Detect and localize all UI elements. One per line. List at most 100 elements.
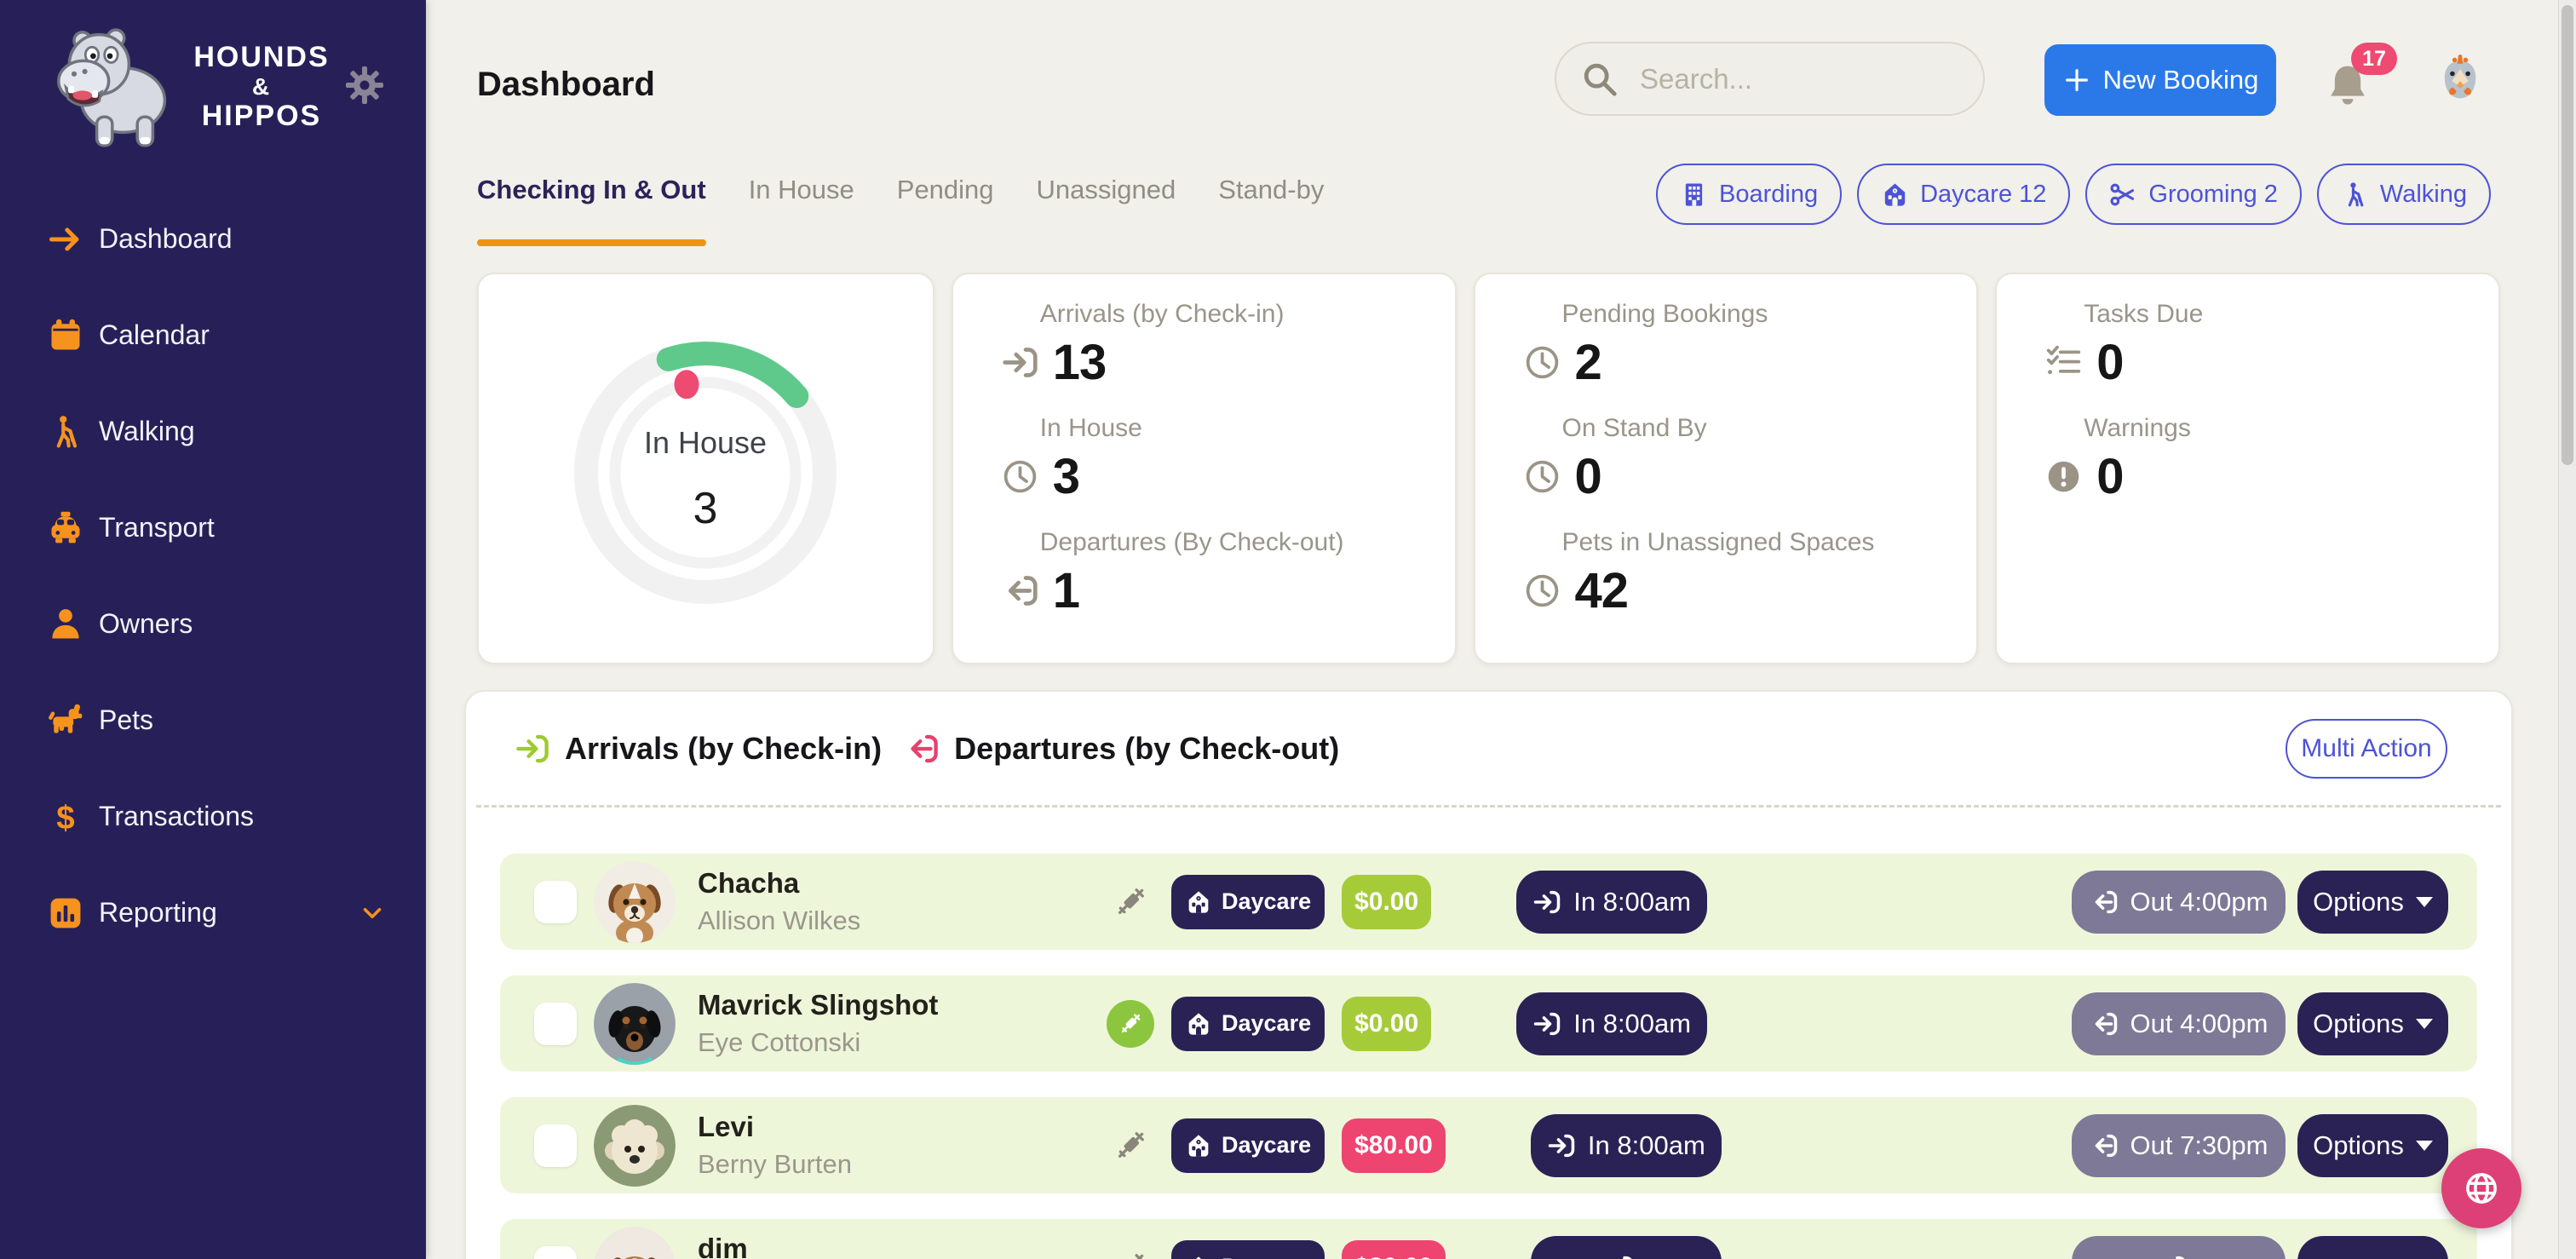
chevron-down-icon[interactable] (358, 899, 387, 928)
pet-avatar (594, 1227, 676, 1259)
search-input[interactable] (1638, 62, 1975, 96)
calendar-icon (41, 316, 90, 355)
search-box[interactable] (1555, 42, 1985, 116)
sidebar-item-label: Walking (99, 416, 195, 447)
stat-pets-in-unassigned-spaces: Pets in Unassigned Spaces 42 (1523, 528, 1977, 620)
row-checkbox[interactable] (534, 1124, 577, 1167)
options-button[interactable]: Options (2297, 992, 2448, 1055)
user-avatar[interactable] (2435, 55, 2486, 106)
in-house-gauge-card: In House 3 (477, 273, 934, 664)
gauge-center-label: In House (644, 425, 767, 460)
new-booking-button[interactable]: New Booking (2044, 44, 2276, 116)
tab-checking-in-out[interactable]: Checking In & Out (477, 175, 706, 210)
hippo-logo (44, 12, 187, 155)
arrivals-title: Arrivals (by Check-in) (565, 731, 882, 767)
tab-unassigned[interactable]: Unassigned (1037, 175, 1176, 210)
check-out-button[interactable]: Out 4:00pm (2072, 992, 2286, 1055)
sidebar-item-walking[interactable]: Walking (0, 383, 426, 480)
check-out-button[interactable]: Out 7:30pm (2072, 1114, 2286, 1177)
stat-label: On Stand By (1562, 414, 1977, 443)
check-out-button[interactable] (2072, 1236, 2286, 1259)
filter-walking[interactable]: Walking (2317, 164, 2491, 225)
stat-departures-by-check-out: Departures (By Check-out) 1 (1001, 528, 1455, 620)
floating-globe-button[interactable] (2441, 1148, 2521, 1228)
sidebar-item-label: Owners (99, 608, 193, 640)
pet-names: Chacha Allison Wilkes (698, 867, 1055, 936)
filter-grooming-2[interactable]: Grooming 2 (2085, 164, 2302, 225)
options-button[interactable]: Options (2297, 871, 2448, 934)
pet-name[interactable]: Chacha (698, 867, 1055, 900)
pet-name[interactable]: dim (698, 1233, 1055, 1259)
options-button[interactable] (2297, 1236, 2448, 1259)
sidebar-item-calendar[interactable]: Calendar (0, 287, 426, 383)
vaccine-syringe-icon (1107, 1000, 1154, 1048)
filter-daycare-12[interactable]: Daycare 12 (1857, 164, 2070, 225)
check-in-button[interactable] (1531, 1236, 1722, 1259)
sidebar-item-owners[interactable]: Owners (0, 576, 426, 672)
check-in-button[interactable]: In 8:00am (1516, 992, 1707, 1055)
daycare-icon (1185, 1132, 1212, 1159)
in-house-donut-chart: In House 3 (535, 298, 876, 639)
pet-name[interactable]: Mavrick Slingshot (698, 989, 1055, 1021)
tab-in-house[interactable]: In House (749, 175, 854, 210)
owner-name: Berny Burten (698, 1149, 1055, 1180)
sidebar-item-pets[interactable]: Pets (0, 672, 426, 768)
gear-icon[interactable] (344, 65, 385, 106)
clock-icon (1001, 457, 1039, 496)
sidebar-item-transport[interactable]: Transport (0, 480, 426, 576)
stat-tasks-due: Tasks Due 0 (2044, 300, 2498, 392)
table-row: Mavrick Slingshot Eye Cottonski Daycare … (500, 975, 2477, 1072)
stat-on-stand-by: On Stand By 0 (1523, 414, 1977, 506)
caret-down-icon (2416, 1019, 2433, 1029)
pet-name[interactable]: Levi (698, 1111, 1055, 1143)
options-button[interactable]: Options (2297, 1114, 2448, 1177)
row-checkbox[interactable] (534, 1003, 577, 1045)
sidebar-item-dashboard[interactable]: Dashboard (0, 191, 426, 287)
transport-icon (41, 509, 90, 548)
pet-avatar (594, 983, 676, 1065)
stat-label: Arrivals (by Check-in) (1040, 300, 1455, 329)
row-checkbox[interactable] (534, 1246, 577, 1259)
check-out-icon (2159, 1253, 2188, 1259)
pet-avatar (594, 1105, 676, 1187)
page-title: Dashboard (477, 66, 655, 104)
scrollbar-thumb[interactable] (2562, 5, 2573, 465)
multi-action-button[interactable]: Multi Action (2286, 719, 2447, 779)
stat-value: 3 (1053, 448, 1079, 505)
filter-boarding[interactable]: Boarding (1656, 164, 1842, 225)
panel-header: Arrivals (by Check-in) Departures (by Ch… (466, 692, 2511, 805)
check-in-button[interactable]: In 8:00am (1516, 871, 1707, 934)
row-checkbox[interactable] (534, 881, 577, 923)
booking-rows: Chacha Allison Wilkes Daycare $0.00 In 8… (466, 808, 2511, 1259)
service-label: Daycare (1222, 1254, 1311, 1259)
stat-label: In House (1040, 414, 1455, 443)
tab-pending[interactable]: Pending (897, 175, 994, 210)
brand-name: HOUNDS & HIPPOS (189, 41, 334, 133)
daycare-icon (1185, 1010, 1212, 1038)
service-badge: Daycare (1171, 1118, 1325, 1173)
check-out-button[interactable]: Out 4:00pm (2072, 871, 2286, 934)
stat-value: 0 (2096, 334, 2123, 391)
sidebar-item-transactions[interactable]: Transactions (0, 768, 426, 865)
sidebar-item-label: Dashboard (99, 223, 233, 255)
stat-card: Arrivals (by Check-in) 13 In House 3 Dep… (952, 273, 1457, 664)
check-out-icon (1001, 572, 1039, 610)
scrollbar-track[interactable] (2558, 0, 2576, 1259)
stat-value: 2 (1575, 334, 1601, 391)
check-in-button[interactable]: In 8:00am (1531, 1114, 1722, 1177)
tab-stand-by[interactable]: Stand-by (1218, 175, 1324, 210)
filter-label: Walking (2380, 181, 2467, 209)
arrivals-departures-panel: Arrivals (by Check-in) Departures (by Ch… (464, 690, 2513, 1259)
table-row: Levi Berny Burten Daycare $80.00 In 8:00… (500, 1097, 2477, 1193)
pet-names: Levi Berny Burten (698, 1111, 1055, 1180)
notifications-button[interactable]: 17 (2324, 48, 2383, 116)
sidebar-item-reporting[interactable]: Reporting (0, 865, 426, 961)
stat-value: 13 (1053, 334, 1107, 391)
owner-icon (41, 605, 90, 644)
service-badge: Daycare (1171, 997, 1325, 1051)
filter-label: Boarding (1719, 181, 1818, 209)
owner-name: Allison Wilkes (698, 905, 1055, 936)
report-icon (41, 894, 90, 933)
sidebar-item-label: Pets (99, 704, 153, 736)
departures-title: Departures (by Check-out) (954, 731, 1339, 767)
